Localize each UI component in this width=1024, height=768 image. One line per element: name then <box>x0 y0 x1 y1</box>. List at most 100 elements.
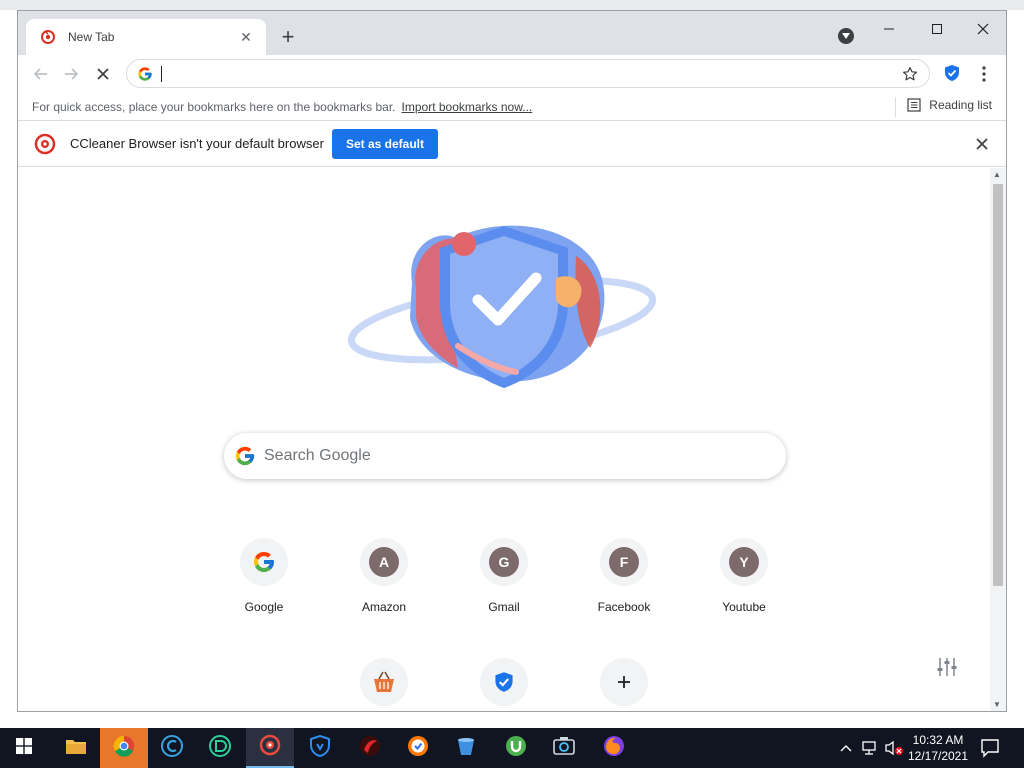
shortcut-label: Facebook <box>597 600 651 614</box>
start-button[interactable] <box>0 728 48 768</box>
security-extension-shield-icon[interactable] <box>942 63 962 83</box>
add-shortcut-icon <box>600 658 648 706</box>
shortcut-tile-shopping[interactable] <box>328 654 440 711</box>
letter-icon: F <box>609 547 639 577</box>
taskbar-screenshot-tool[interactable] <box>540 728 588 768</box>
shortcut-icon-circle: F <box>600 538 648 586</box>
windows-logo-icon <box>16 737 32 759</box>
infobar-message: CCleaner Browser isn't your default brow… <box>70 136 324 151</box>
tray-chevron-up-icon[interactable] <box>838 728 854 768</box>
reading-list-button[interactable]: Reading list <box>907 98 992 112</box>
close-window-button[interactable] <box>960 15 1006 43</box>
shortcut-google-icon <box>240 538 288 586</box>
ccleaner-logo-icon <box>34 133 56 155</box>
scroll-thumb[interactable] <box>993 184 1003 586</box>
add-shortcut-button[interactable] <box>568 654 680 711</box>
ccleaner-c-icon <box>161 734 183 762</box>
reading-list-icon <box>907 98 921 112</box>
taskbar-ccleaner-browser[interactable] <box>246 728 294 768</box>
stop-loading-button[interactable] <box>90 61 116 87</box>
taskbar-clock[interactable]: 10:32 AM 12/17/2021 <box>904 732 972 764</box>
back-button[interactable] <box>28 61 54 87</box>
browser-window: New Tab ✕ + For quick access, place your… <box>17 10 1007 712</box>
camera-icon <box>553 736 575 761</box>
clock-time: 10:32 AM <box>912 733 964 747</box>
search-placeholder: Search Google <box>264 447 371 464</box>
taskbar-recycle[interactable] <box>442 728 490 768</box>
taskbar-avast-browser[interactable] <box>394 728 442 768</box>
customize-sliders-icon[interactable] <box>936 656 958 678</box>
desktop-top-strip <box>0 0 1024 10</box>
text-caret <box>161 65 162 82</box>
new-tab-page: Search Google Google A Amazon G Gmail F <box>18 168 990 711</box>
forward-button[interactable] <box>58 61 84 87</box>
address-input[interactable] <box>169 64 869 84</box>
letter-icon: G <box>489 547 519 577</box>
shortcut-label: Gmail <box>488 600 520 614</box>
notification-center-icon[interactable] <box>978 736 1002 760</box>
ccleaner-favicon-icon <box>40 29 56 45</box>
omnibox[interactable] <box>126 59 930 88</box>
scroll-down-arrow-icon[interactable]: ▼ <box>993 700 1001 709</box>
red-swirl-icon <box>359 735 381 762</box>
shortcut-icon-circle: G <box>480 538 528 586</box>
security-hero-illustration <box>347 225 657 388</box>
google-search-box[interactable]: Search Google <box>224 433 786 479</box>
taskbar-utorrent[interactable] <box>492 728 540 768</box>
shortcut-tile-google[interactable]: Google <box>208 534 320 646</box>
shortcut-label: Google <box>244 600 284 614</box>
google-g-icon <box>234 445 256 467</box>
taskbar-ccleaner[interactable] <box>148 728 196 768</box>
desktop-left-strip <box>0 10 18 728</box>
taskbar-vpn[interactable] <box>296 728 344 768</box>
taskbar: 10:32 AM 12/17/2021 <box>0 728 1024 768</box>
taskbar-red-app[interactable] <box>346 728 394 768</box>
tray-volume-muted-icon[interactable] <box>884 728 904 768</box>
shortcut-tile-facebook[interactable]: F Facebook <box>568 534 680 646</box>
scroll-up-arrow-icon[interactable]: ▲ <box>993 170 1001 179</box>
title-bar: New Tab ✕ + <box>18 11 1006 55</box>
infobar-close-icon[interactable] <box>972 134 992 154</box>
shortcut-tile-security[interactable] <box>448 654 560 711</box>
shortcut-tile-gmail[interactable]: G Gmail <box>448 534 560 646</box>
chrome-icon <box>113 735 135 762</box>
bookmark-star-icon[interactable] <box>901 65 919 83</box>
tab-close-icon[interactable]: ✕ <box>236 27 256 47</box>
teal-app-icon <box>209 734 231 762</box>
new-tab-button[interactable]: + <box>276 24 300 49</box>
browser-shield-icon <box>407 735 429 762</box>
google-g-icon <box>137 66 153 82</box>
vpn-shield-icon <box>310 734 330 762</box>
shield-check-icon <box>480 658 528 706</box>
letter-icon: Y <box>729 547 759 577</box>
bucket-icon <box>455 735 477 762</box>
bookmarks-hint: For quick access, place your bookmarks h… <box>32 99 396 114</box>
folder-icon <box>65 737 87 760</box>
menu-kebab-icon[interactable] <box>974 63 994 85</box>
taskbar-file-explorer[interactable] <box>52 728 100 768</box>
shortcut-label: Amazon <box>361 600 407 614</box>
default-browser-infobar: CCleaner Browser isn't your default brow… <box>18 122 1006 167</box>
minimize-button[interactable] <box>866 15 912 43</box>
tab-new-tab[interactable]: New Tab ✕ <box>26 19 266 55</box>
tab-search-icon[interactable] <box>838 28 854 44</box>
tray-network-icon[interactable] <box>860 728 880 768</box>
shortcut-tile-amazon[interactable]: A Amazon <box>328 534 440 646</box>
basket-icon <box>360 658 408 706</box>
bookmarks-separator <box>895 97 896 117</box>
taskbar-firefox[interactable] <box>590 728 638 768</box>
bookmarks-bar: For quick access, place your bookmarks h… <box>18 93 1006 121</box>
maximize-button[interactable] <box>914 15 960 43</box>
taskbar-app-teal[interactable] <box>196 728 244 768</box>
vertical-scrollbar[interactable]: ▲ ▼ <box>990 168 1006 711</box>
shortcut-icon-circle: Y <box>720 538 768 586</box>
clock-date: 12/17/2021 <box>907 749 969 763</box>
set-as-default-button[interactable]: Set as default <box>332 129 438 159</box>
letter-icon: A <box>369 547 399 577</box>
tab-title: New Tab <box>68 30 115 44</box>
taskbar-chrome[interactable] <box>100 728 148 768</box>
ccleaner-browser-icon <box>259 734 281 761</box>
desktop-right-strip <box>1006 10 1024 728</box>
shortcut-tile-youtube[interactable]: Y Youtube <box>688 534 800 646</box>
import-bookmarks-link[interactable]: Import bookmarks now... <box>402 100 533 114</box>
